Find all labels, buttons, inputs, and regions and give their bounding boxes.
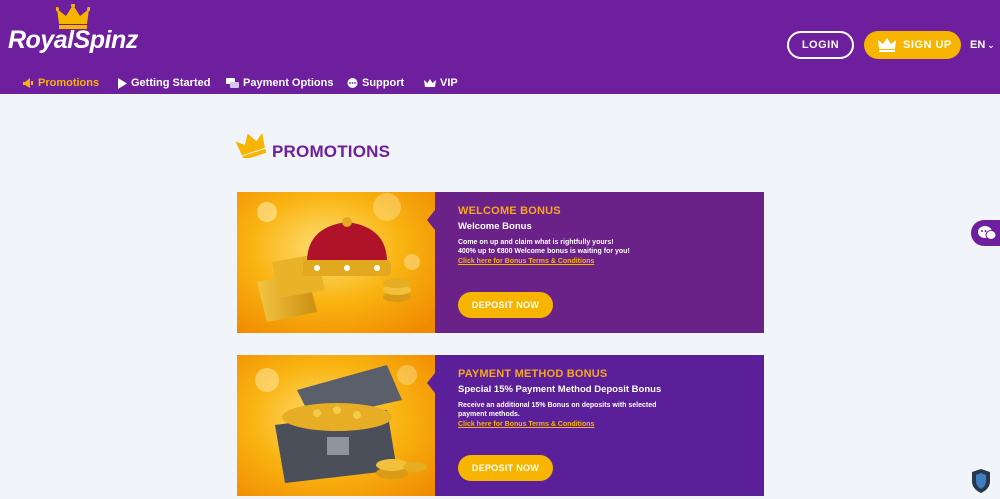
promo-card-welcome-bonus: WELCOME BONUS Welcome Bonus Come on up a… bbox=[237, 192, 764, 333]
promo-description-line: Receive an additional 15% Bonus on depos… bbox=[458, 402, 657, 409]
promo-description: Receive an additional 15% Bonus on depos… bbox=[458, 401, 718, 419]
deposit-now-button[interactable]: DEPOSIT NOW bbox=[458, 292, 553, 318]
promo-card-body: PAYMENT METHOD BONUS Special 15% Payment… bbox=[427, 355, 764, 496]
signup-label: SIGN UP bbox=[903, 39, 952, 51]
logo-text: RoyalSpinz bbox=[8, 26, 138, 54]
promo-card-payment-method-bonus: PAYMENT METHOD BONUS Special 15% Payment… bbox=[237, 355, 764, 496]
nav-item-payment-options[interactable]: Payment Options bbox=[226, 74, 333, 92]
promo-description-line: payment methods. bbox=[458, 411, 520, 418]
chat-bubble-icon bbox=[347, 77, 358, 88]
page-title: PROMOTIONS bbox=[272, 142, 391, 161]
card-notch bbox=[427, 373, 435, 393]
promo-subtitle: Special 15% Payment Method Deposit Bonus bbox=[458, 384, 662, 395]
promo-title: PAYMENT METHOD BONUS bbox=[458, 368, 608, 380]
nav-item-vip[interactable]: VIP bbox=[424, 74, 458, 92]
nav-item-support[interactable]: Support bbox=[347, 74, 404, 92]
promo-title: WELCOME BONUS bbox=[458, 205, 561, 217]
promo-description-line: 400% up to €800 Welcome bonus is waiting… bbox=[458, 248, 630, 255]
security-shield-icon bbox=[972, 469, 990, 493]
signup-button[interactable]: SIGN UP bbox=[864, 31, 961, 59]
nav-label: VIP bbox=[440, 77, 458, 89]
crown-icon bbox=[878, 38, 896, 52]
nav-label: Payment Options bbox=[243, 77, 334, 89]
play-icon bbox=[118, 77, 127, 89]
treasure-chest-image bbox=[237, 355, 435, 496]
language-label: EN bbox=[970, 39, 986, 51]
promo-card-body: WELCOME BONUS Welcome Bonus Come on up a… bbox=[427, 192, 764, 333]
login-button[interactable]: LOGIN bbox=[787, 31, 854, 59]
nav-item-getting-started[interactable]: Getting Started bbox=[117, 74, 210, 92]
nav-label: Promotions bbox=[38, 77, 100, 89]
language-selector[interactable]: EN ⌄ bbox=[970, 39, 995, 51]
bonus-terms-link[interactable]: Click here for Bonus Terms & Conditions bbox=[458, 258, 594, 265]
nav-label: Getting Started bbox=[131, 77, 211, 89]
royalspinz-logo[interactable]: RoyalSpinz bbox=[8, 4, 138, 60]
chevron-down-icon: ⌄ bbox=[987, 40, 995, 50]
nav-label: Support bbox=[362, 77, 405, 89]
promo-description: Come on up and claim what is rightfully … bbox=[458, 238, 718, 256]
card-notch bbox=[427, 210, 435, 230]
crown-icon bbox=[424, 78, 436, 87]
live-chat-button[interactable] bbox=[971, 220, 1000, 246]
main-nav: Promotions Getting Started Payment Optio… bbox=[0, 74, 1000, 92]
promo-subtitle: Welcome Bonus bbox=[458, 221, 532, 232]
promo-description-line: Come on up and claim what is rightfully … bbox=[458, 239, 614, 246]
crown-gold-bars-image bbox=[237, 192, 435, 333]
bonus-terms-link[interactable]: Click here for Bonus Terms & Conditions bbox=[458, 421, 594, 428]
nav-item-promotions[interactable]: Promotions bbox=[22, 74, 99, 92]
payment-cards-icon bbox=[226, 77, 239, 88]
chat-bubbles-icon bbox=[978, 226, 997, 240]
crown-icon bbox=[235, 133, 267, 158]
header: RoyalSpinz LOGIN SIGN UP EN ⌄ Promotions … bbox=[0, 0, 1000, 94]
megaphone-icon bbox=[23, 78, 33, 88]
deposit-now-button[interactable]: DEPOSIT NOW bbox=[458, 455, 553, 481]
